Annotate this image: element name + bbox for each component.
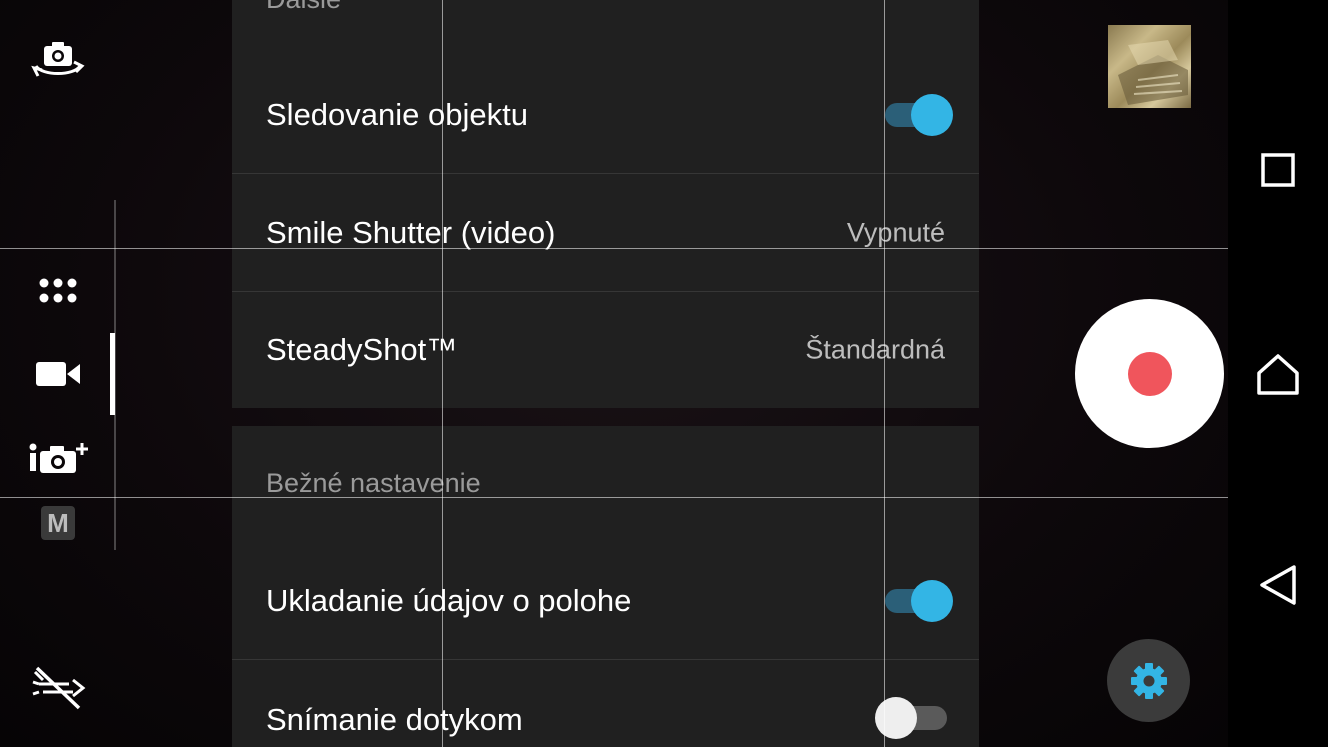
grid-line-vertical-left xyxy=(442,0,443,747)
video-mode-icon[interactable] xyxy=(28,352,88,396)
navigation-bar xyxy=(1228,0,1328,747)
touch-capture-toggle[interactable] xyxy=(875,696,953,740)
section-header-common: Bežné nastavenie xyxy=(266,468,481,498)
home-icon xyxy=(1257,354,1299,395)
apps-grid-icon[interactable] xyxy=(28,270,88,310)
settings-card-more: Ďalšie Sledovanie objektu Smile Shutter … xyxy=(232,0,979,408)
back-button[interactable] xyxy=(1228,545,1328,625)
recents-button[interactable] xyxy=(1228,130,1328,210)
active-mode-indicator xyxy=(110,333,115,415)
record-button[interactable] xyxy=(1075,299,1224,448)
flash-off-icon[interactable] xyxy=(26,660,90,714)
grid-line-horizontal-bottom xyxy=(0,497,1228,498)
toggle-thumb xyxy=(911,93,953,136)
settings-button[interactable] xyxy=(1107,639,1190,722)
setting-label: SteadyShot™ xyxy=(266,332,458,367)
gallery-thumbnail[interactable] xyxy=(1108,25,1191,108)
gear-icon xyxy=(1130,662,1167,699)
setting-row-touch-capture[interactable]: Snímanie dotykom xyxy=(232,660,979,747)
setting-label: Ukladanie údajov o polohe xyxy=(266,582,632,618)
mode-rail: M xyxy=(0,0,120,747)
recents-icon xyxy=(1261,153,1295,187)
setting-value: Štandardná xyxy=(805,334,945,365)
setting-row-object-tracking[interactable]: Sledovanie objektu xyxy=(232,56,979,174)
setting-row-location[interactable]: Ukladanie údajov o polohe xyxy=(232,542,979,660)
setting-label: Sledovanie objektu xyxy=(266,96,528,132)
toggle-thumb xyxy=(911,579,953,622)
back-icon xyxy=(1260,565,1296,605)
toggle-thumb xyxy=(875,697,917,739)
location-toggle[interactable] xyxy=(881,579,953,623)
section-header-more: Ďalšie xyxy=(266,0,341,15)
setting-row-smile-shutter[interactable]: Smile Shutter (video) Vypnuté xyxy=(232,174,979,292)
setting-label: Smile Shutter (video) xyxy=(266,214,556,250)
setting-value: Vypnuté xyxy=(846,217,945,247)
settings-card-common: Bežné nastavenie Ukladanie údajov o polo… xyxy=(232,426,979,747)
grid-line-vertical-right xyxy=(884,0,885,747)
switch-camera-icon[interactable] xyxy=(28,35,88,85)
record-icon xyxy=(1127,351,1172,396)
superior-auto-icon[interactable] xyxy=(22,435,96,479)
object-tracking-toggle[interactable] xyxy=(881,93,953,137)
setting-row-steadyshot[interactable]: SteadyShot™ Štandardná xyxy=(232,292,979,408)
grid-line-horizontal-top xyxy=(0,248,1228,249)
setting-label: Snímanie dotykom xyxy=(266,702,523,737)
home-button[interactable] xyxy=(1228,335,1328,415)
manual-mode-badge: M xyxy=(41,506,75,540)
manual-mode-icon[interactable]: M xyxy=(40,505,76,541)
